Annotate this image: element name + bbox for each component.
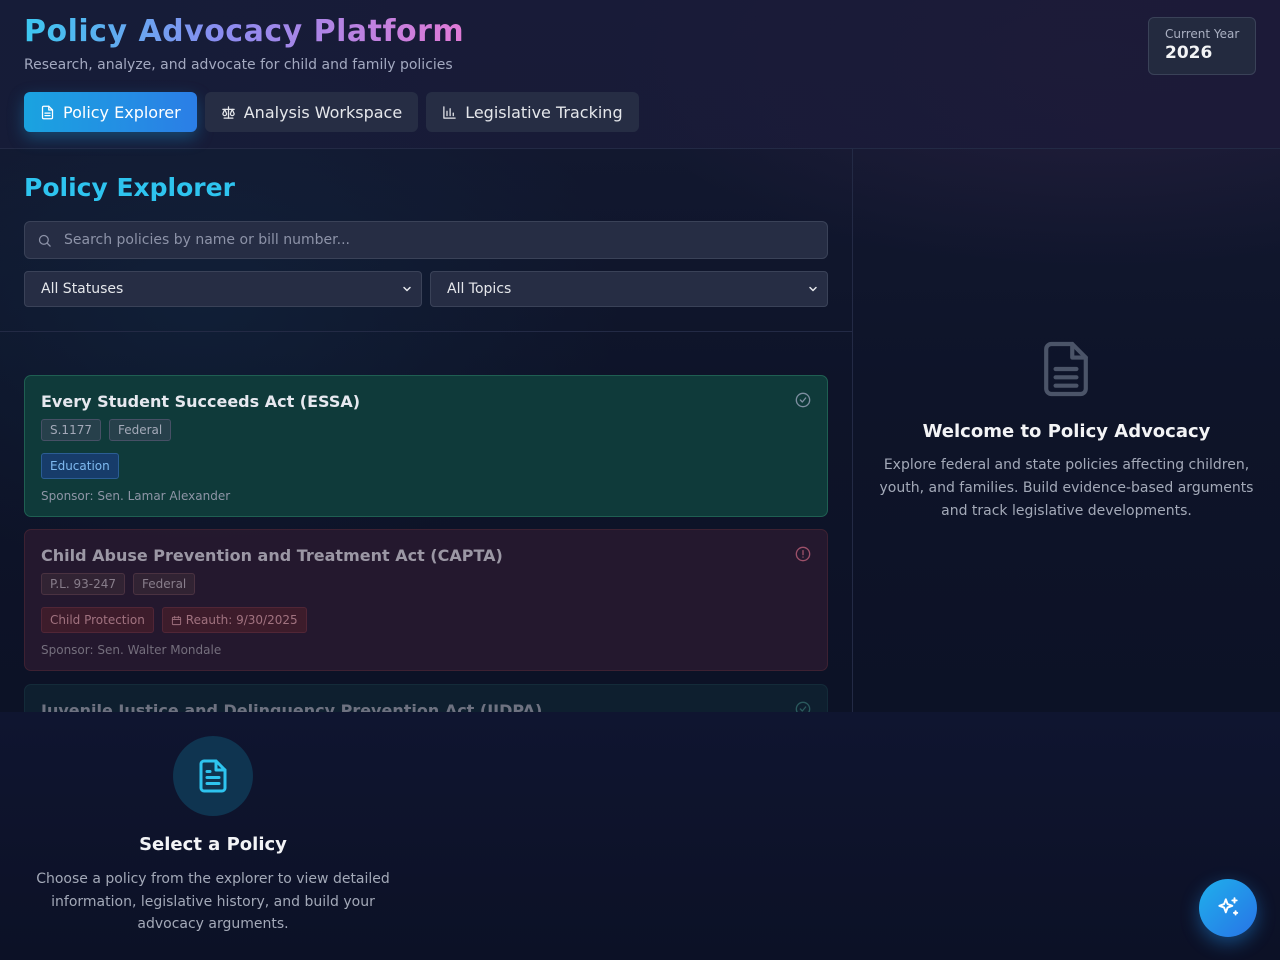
chevron-down-icon [403, 286, 411, 292]
app-header: Policy Advocacy Platform Research, analy… [0, 0, 1280, 149]
current-year-label: Current Year [1165, 27, 1240, 41]
tab-label: Analysis Workspace [243, 102, 403, 122]
explorer-controls: Policy Explorer All Statuses All Topics [0, 149, 852, 332]
select-policy-section: Select a Policy Choose a policy from the… [0, 712, 1280, 960]
reauth-date: Reauth: 9/30/2025 [185, 613, 298, 627]
policy-title: Every Student Succeeds Act (ESSA) [41, 392, 361, 411]
topic-tag: Education [41, 453, 119, 479]
level-chip: Federal [133, 573, 196, 595]
document-icon [1044, 341, 1088, 397]
search-box[interactable] [24, 221, 828, 259]
ai-assistant-button[interactable] [1199, 879, 1257, 937]
status-filter-value: All Statuses [41, 281, 124, 297]
search-input[interactable] [64, 232, 827, 248]
topic-filter-select[interactable]: All Topics [430, 271, 828, 307]
bill-number-chip: S.1177 [41, 419, 101, 441]
topic-tag: Child Protection [41, 607, 154, 633]
policy-title: Child Abuse Prevention and Treatment Act… [41, 546, 503, 565]
policy-list[interactable]: Every Student Succeeds Act (ESSA) S.1177… [0, 333, 852, 712]
policy-title: Juvenile Justice and Delinquency Prevent… [41, 701, 543, 712]
tab-legislative-tracking[interactable]: Legislative Tracking [426, 92, 639, 132]
check-circle-icon [795, 392, 811, 408]
select-policy-badge [173, 736, 253, 816]
tab-policy-explorer[interactable]: Policy Explorer [24, 92, 197, 132]
sparkles-icon [1218, 897, 1239, 916]
select-policy-title: Select a Policy [139, 834, 287, 855]
document-icon [41, 105, 54, 119]
policy-sponsor: Sponsor: Sen. Lamar Alexander [41, 489, 231, 503]
policy-card-capta[interactable]: Child Abuse Prevention and Treatment Act… [24, 529, 828, 671]
select-policy-text: Choose a policy from the explorer to vie… [36, 871, 390, 932]
topic-filter-value: All Topics [447, 281, 512, 297]
search-icon [38, 234, 51, 247]
policy-card-essa[interactable]: Every Student Succeeds Act (ESSA) S.1177… [24, 375, 828, 517]
level-chip: Federal [108, 419, 172, 441]
app-title: Policy Advocacy Platform [24, 14, 465, 49]
calendar-icon [171, 615, 181, 625]
alert-circle-icon [795, 546, 811, 562]
tab-label: Legislative Tracking [465, 102, 623, 122]
document-icon [199, 759, 227, 793]
current-year-box: Current Year 2026 [1148, 17, 1256, 75]
chevron-down-icon [809, 286, 817, 292]
check-circle-icon [795, 701, 811, 712]
bill-number-chip: P.L. 93-247 [41, 573, 125, 595]
policy-sponsor: Sponsor: Sen. Walter Mondale [41, 643, 222, 657]
policy-detail-panel: Welcome to Policy Advocacy Explore feder… [853, 149, 1280, 712]
tab-label: Policy Explorer [63, 102, 181, 122]
bar-chart-icon [443, 105, 456, 119]
scale-icon [221, 105, 235, 119]
app-subtitle: Research, analyze, and advocate for chil… [24, 57, 453, 73]
welcome-text: Explore federal and state policies affec… [879, 457, 1254, 519]
panel-title: Policy Explorer [24, 173, 235, 202]
main-tabs: Policy Explorer Analysis Workspace Legis… [24, 92, 639, 132]
welcome-title: Welcome to Policy Advocacy [922, 421, 1211, 442]
current-year-value: 2026 [1165, 43, 1213, 63]
reauth-tag: Reauth: 9/30/2025 [161, 607, 307, 633]
status-filter-select[interactable]: All Statuses [24, 271, 422, 307]
tab-analysis-workspace[interactable]: Analysis Workspace [204, 92, 419, 132]
policy-card-jjdpa[interactable]: Juvenile Justice and Delinquency Prevent… [24, 684, 828, 712]
